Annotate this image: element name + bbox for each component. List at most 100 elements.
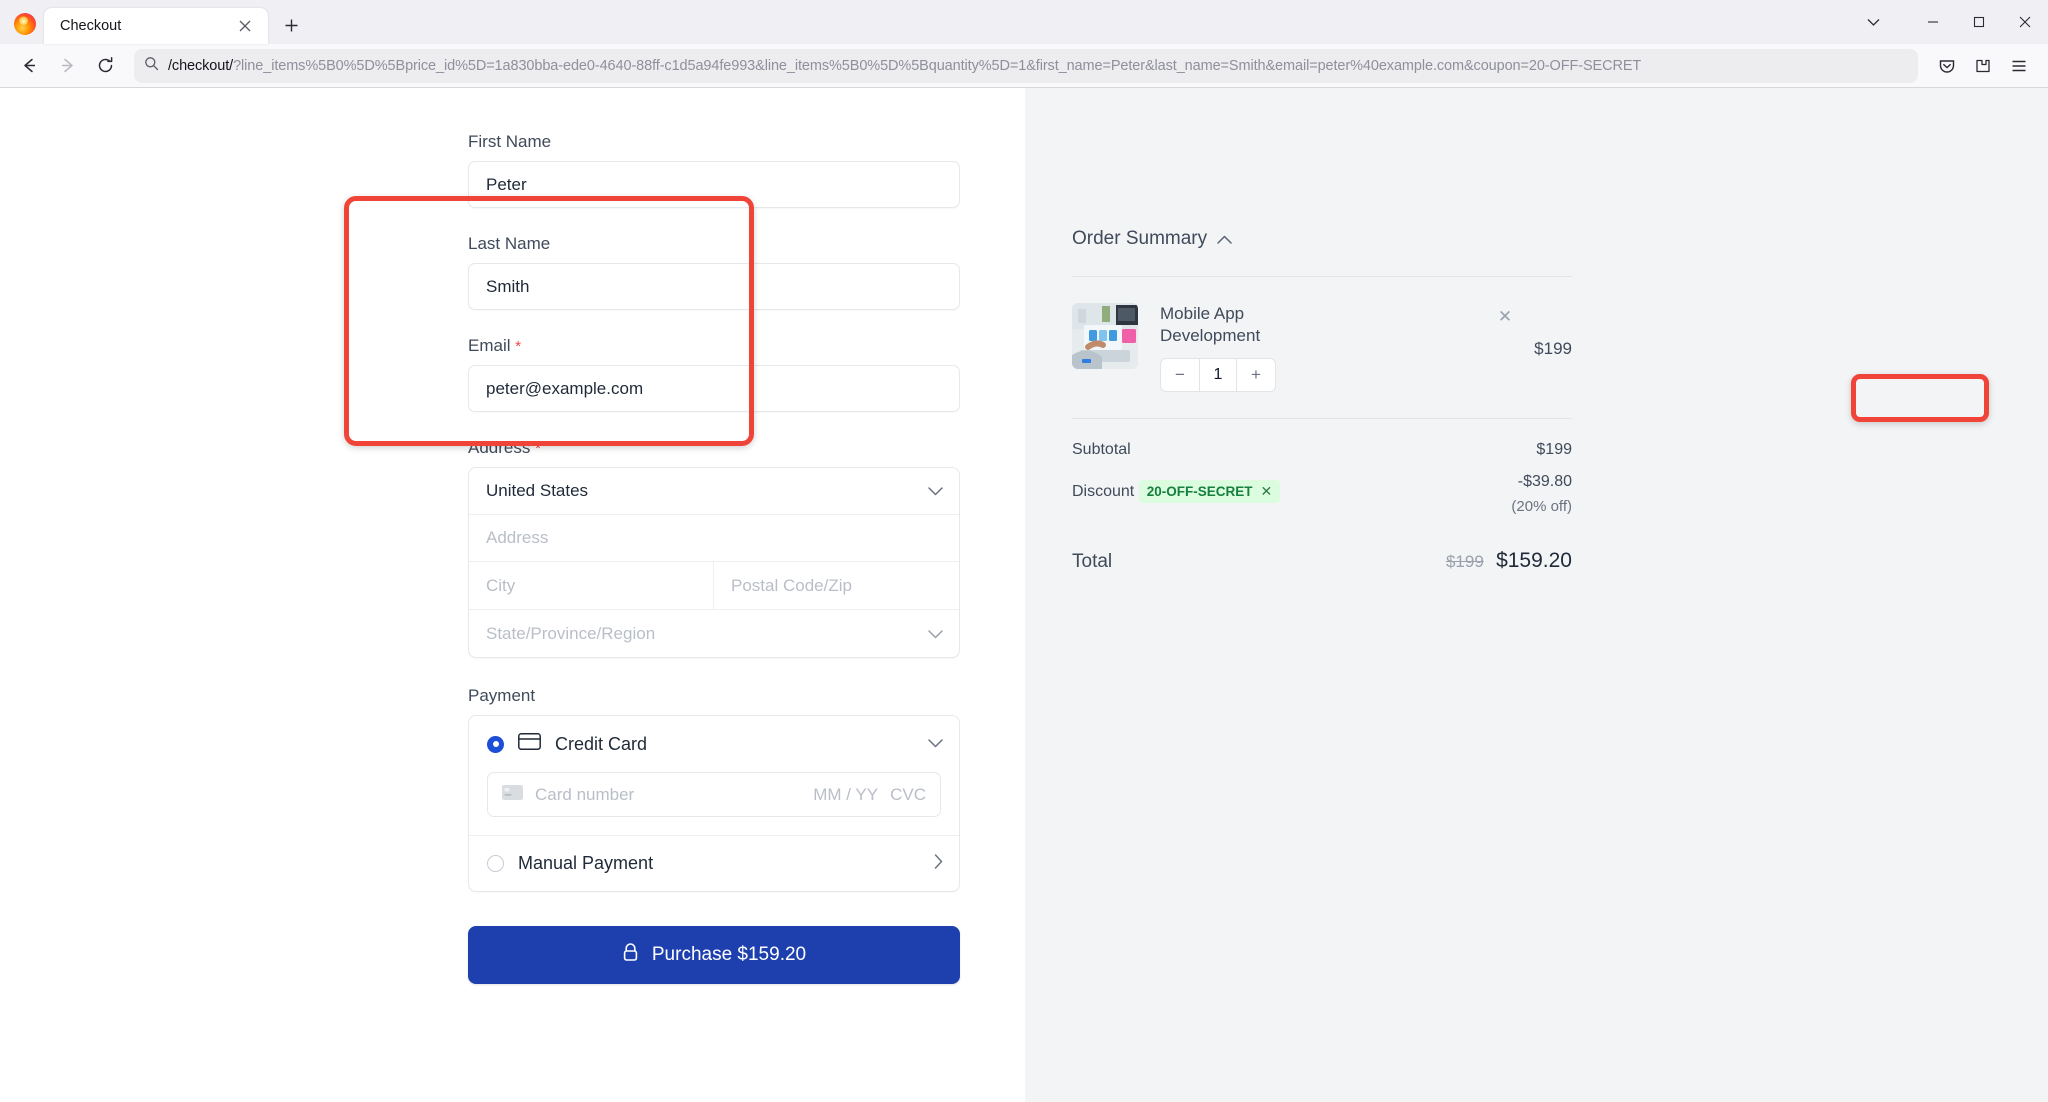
browser-tab-checkout[interactable]: Checkout [44,8,268,44]
extensions-icon[interactable] [1966,49,2000,83]
subtotal-label: Subtotal [1072,441,1131,459]
tab-strip: Checkout [0,0,2048,44]
card-icon [502,784,523,805]
quantity-increment-button[interactable]: + [1237,359,1275,391]
order-line-item: Mobile App Development − 1 + ✕ $199 [1072,303,1572,393]
discount-note: (20% off) [1511,498,1572,516]
divider [1072,276,1572,277]
discount-row: Discount 20-OFF-SECRET ✕ -$39.80 (20% of… [1072,473,1572,515]
url-path: /checkout/ [168,57,234,74]
coupon-remove-icon[interactable]: ✕ [1260,483,1272,500]
search-icon [144,56,159,76]
checkout-form: First Name Peter Last Name Smith Email *… [468,88,960,984]
quantity-decrement-button[interactable]: − [1161,359,1199,391]
credit-card-fields: Card number MM / YY CVC [469,772,959,835]
order-summary-header[interactable]: Order Summary [1072,228,1572,250]
url-query: ?line_items%5B0%5D%5Bprice_id%5D=1a830bb… [233,57,1642,74]
checkout-form-pane: First Name Peter Last Name Smith Email *… [0,88,1025,1102]
country-select[interactable]: United States [469,468,959,515]
pocket-icon[interactable] [1930,49,1964,83]
city-placeholder: City [486,575,516,595]
postal-code-input[interactable]: Postal Code/Zip [714,562,959,609]
country-value: United States [486,481,589,500]
street-address-placeholder: Address [486,528,549,547]
quantity-value: 1 [1199,359,1237,392]
remove-line-item-button[interactable]: ✕ [1498,303,1512,327]
coupon-chip[interactable]: 20-OFF-SECRET ✕ [1138,480,1281,504]
divider [1072,418,1572,420]
total-values: $199 $159.20 [1446,549,1572,573]
coupon-code: 20-OFF-SECRET [1146,484,1253,500]
window-maximize-button[interactable] [1956,0,2002,44]
chevron-right-icon[interactable] [934,853,943,874]
address-group: United States Address City Postal Code/Z… [468,467,960,658]
postal-code-placeholder: Postal Code/Zip [731,575,852,595]
subtotal-row: Subtotal $199 [1072,441,1572,459]
tab-title: Checkout [60,18,122,34]
discount-right: -$39.80 (20% off) [1511,473,1572,515]
discount-left: Discount 20-OFF-SECRET ✕ [1072,473,1281,504]
forward-button[interactable] [50,49,84,83]
window-close-button[interactable] [2002,0,2048,44]
credit-card-radio[interactable] [487,735,504,753]
email-label: Email * [468,336,960,356]
hamburger-menu-icon[interactable] [2002,49,2036,83]
card-expiry-placeholder: MM / YY [813,784,879,804]
quantity-stepper: − 1 + [1160,358,1276,393]
credit-card-label: Credit Card [555,733,648,754]
first-name-label: First Name [468,132,552,151]
manual-payment-radio[interactable] [487,855,504,872]
payment-option-credit-card[interactable]: Credit Card [469,716,959,772]
chevron-down-icon[interactable] [1850,0,1896,44]
city-postal-row: City Postal Code/Zip [469,562,959,610]
back-button[interactable] [12,49,46,83]
state-select[interactable]: State/Province/Region [469,610,959,657]
discount-value: -$39.80 [1517,473,1572,491]
first-name-input[interactable]: Peter [468,161,960,208]
address-bar[interactable]: /checkout/?line_items%5B0%5D%5Bprice_id%… [134,48,1918,83]
subtotal-value: $199 [1536,441,1572,459]
chevron-up-icon[interactable] [1217,228,1232,250]
manual-payment-label: Manual Payment [518,853,654,873]
required-marker: * [535,440,541,457]
checkout-page: First Name Peter Last Name Smith Email *… [0,88,2048,1102]
order-summary-pane: Order Summary Mobile App Development − 1… [1025,88,2048,1102]
total-row: Total $199 $159.20 [1072,549,1572,573]
address-label: Address * [468,438,960,458]
order-summary: Order Summary Mobile App Development − 1… [1072,88,1572,573]
street-address-input[interactable]: Address [469,515,959,562]
window-minimize-button[interactable] [1910,0,1956,44]
close-icon[interactable] [232,13,258,39]
line-item-price: $199 [1534,339,1572,358]
email-value: peter@example.com [486,378,644,398]
annotation-box-coupon [1851,374,1989,422]
product-thumbnail [1072,303,1138,369]
payment-option-manual[interactable]: Manual Payment [469,836,959,891]
total-value: $159.20 [1496,549,1572,573]
payment-section-label: Payment [468,686,536,705]
chevron-down-icon[interactable] [928,735,943,753]
card-number-placeholder: Card number [535,784,635,804]
required-marker: * [515,338,522,355]
window-controls [1850,0,2048,44]
credit-card-icon [518,733,541,755]
url-text: /checkout/?line_items%5B0%5D%5Bprice_id%… [168,58,1641,74]
email-input[interactable]: peter@example.com [468,365,960,412]
last-name-label: Last Name [468,234,551,253]
card-number-input[interactable]: Card number MM / YY CVC [487,772,941,817]
city-input[interactable]: City [469,562,714,609]
total-label: Total [1072,551,1113,573]
order-summary-title: Order Summary [1072,228,1208,249]
first-name-value: Peter [486,174,527,194]
last-name-input[interactable]: Smith [468,263,960,310]
last-name-value: Smith [486,276,530,296]
card-cvc-placeholder: CVC [890,784,926,804]
plus-icon[interactable] [278,12,304,38]
chevron-down-icon [928,624,943,644]
line-item-details: Mobile App Development − 1 + [1160,303,1462,393]
reload-button[interactable] [88,49,122,83]
browser-window: Checkout /checkout/?line_items%5B0%5D%5B… [0,0,2048,1102]
purchase-button[interactable]: Purchase $159.20 [468,926,960,984]
toolbar-right-actions [1930,49,2036,83]
purchase-button-label: Purchase $159.20 [651,944,807,965]
